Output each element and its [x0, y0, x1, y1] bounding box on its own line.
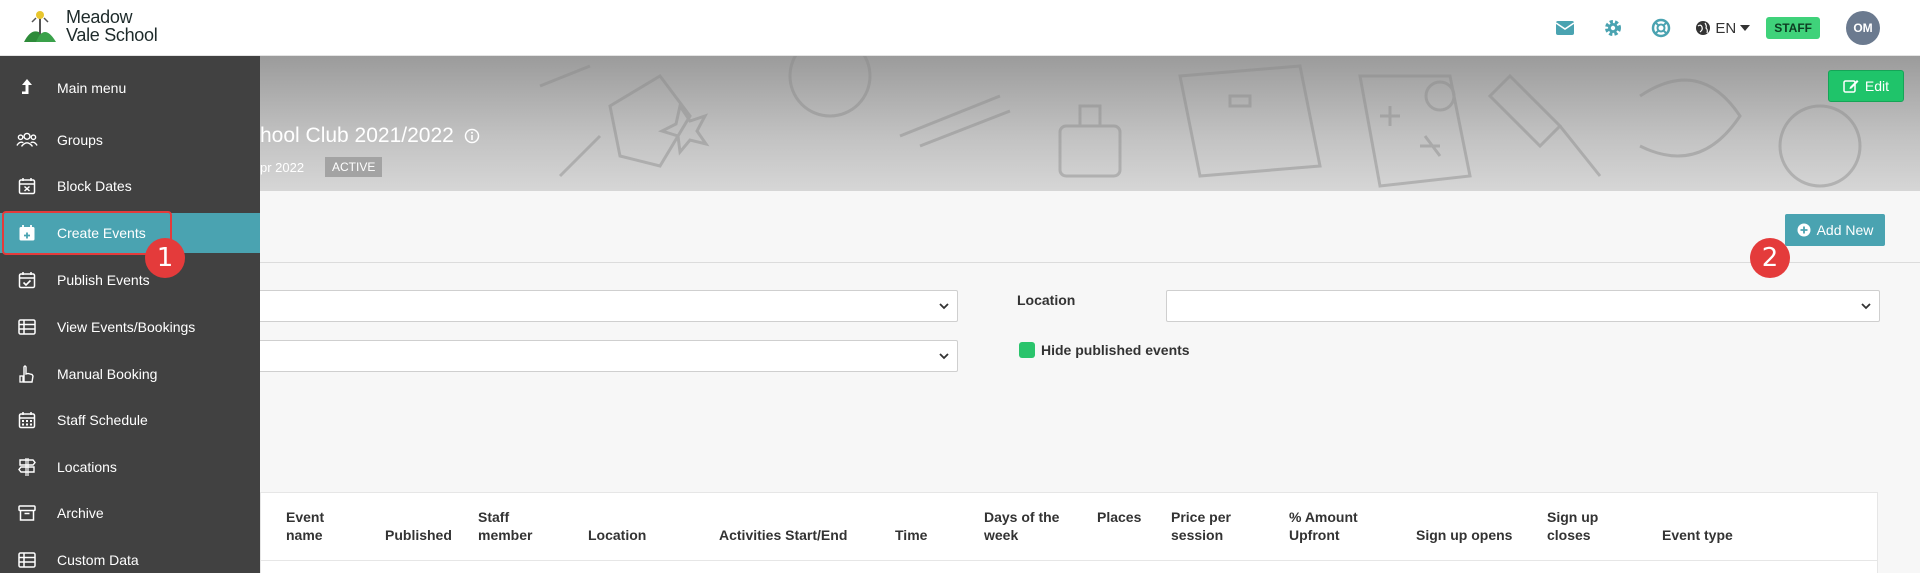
add-new-button[interactable]: Add New [1785, 214, 1885, 246]
edit-button[interactable]: Edit [1827, 70, 1904, 102]
sidebar-item-main-menu[interactable]: Main menu [0, 68, 260, 108]
archive-box-icon [16, 502, 38, 524]
filter-select-1[interactable] [240, 290, 958, 322]
column-header-event-name[interactable]: Event name [286, 508, 324, 544]
column-header-amount-upfront[interactable]: % Amount Upfront [1289, 508, 1358, 544]
hide-published-label: Hide published events [1041, 342, 1190, 358]
school-name: Meadow Vale School [66, 7, 158, 45]
add-new-label: Add New [1816, 222, 1874, 238]
club-banner: hool Club 2021/2022 pr 2022 ACTIVE Edit [0, 56, 1920, 191]
column-header-places[interactable]: Places [1097, 508, 1141, 526]
sidebar-item-block-dates[interactable]: Block Dates [0, 166, 260, 206]
column-header-staff-member[interactable]: Staff member [478, 508, 532, 544]
chevron-down-icon [1861, 303, 1871, 310]
sidebar-item-publish-events[interactable]: Publish Events [0, 260, 260, 300]
calendar-x-icon [16, 175, 38, 197]
sidebar-item-archive[interactable]: Archive [0, 493, 260, 533]
gear-icon[interactable] [1601, 16, 1625, 40]
language-label: EN [1715, 19, 1737, 37]
calendar-check-icon [16, 269, 38, 291]
status-badge: ACTIVE [325, 157, 383, 177]
school-logo-icon [24, 11, 56, 42]
sidebar-item-custom-data[interactable]: Custom Data [0, 540, 260, 573]
column-header-sign-up-opens[interactable]: Sign up opens [1416, 526, 1512, 544]
sidebar-item-manual-booking[interactable]: Manual Booking [0, 354, 260, 394]
hand-pointer-icon [16, 363, 38, 385]
table-icon [16, 316, 38, 338]
help-lifebuoy-icon[interactable] [1649, 16, 1673, 40]
step-marker-2: 2 [1750, 238, 1790, 278]
edit-icon [1843, 80, 1859, 93]
hide-published-toggle[interactable]: Hide published events [1019, 342, 1190, 358]
column-header-time[interactable]: Time [895, 526, 927, 544]
location-label: Location [1017, 292, 1076, 308]
users-icon [16, 129, 38, 151]
column-header-activities-start-end[interactable]: Activities Start/End [719, 526, 847, 544]
sidebar-item-view-events-bookings[interactable]: View Events/Bookings [0, 307, 260, 347]
content-divider [0, 262, 1920, 263]
sidebar-item-staff-schedule[interactable]: Staff Schedule [0, 400, 260, 440]
caret-down-icon [1740, 25, 1751, 31]
column-header-event-type[interactable]: Event type [1662, 526, 1733, 544]
table-header-divider [260, 560, 1878, 561]
step-marker-1: 1 [145, 238, 185, 278]
column-header-price-per-session[interactable]: Price per session [1171, 508, 1231, 544]
language-selector[interactable]: EN [1695, 19, 1751, 37]
signpost-icon [16, 456, 38, 478]
sidebar-item-locations[interactable]: Locations [0, 447, 260, 487]
top-header: Meadow Vale School EN STAFF OM [0, 0, 1920, 56]
table-icon [16, 549, 38, 571]
column-header-sign-up-closes[interactable]: Sign up closes [1547, 508, 1598, 544]
filter-select-2[interactable] [240, 340, 958, 372]
sidebar-item-groups[interactable]: Groups [0, 120, 260, 160]
info-icon[interactable] [464, 128, 480, 144]
plus-circle-icon [1797, 223, 1811, 237]
role-badge: STAFF [1766, 17, 1820, 39]
globe-icon [1696, 21, 1711, 35]
chevron-down-icon [939, 353, 949, 360]
school-logo[interactable]: Meadow Vale School [22, 7, 158, 45]
sidebar: Main menu Groups Block Dates Create Even… [0, 56, 260, 573]
mail-icon[interactable] [1553, 16, 1577, 40]
hide-published-checkbox[interactable] [1019, 342, 1035, 358]
column-header-published[interactable]: Published [385, 526, 452, 544]
column-header-location[interactable]: Location [588, 526, 646, 544]
avatar[interactable]: OM [1846, 11, 1880, 45]
column-header-days-of-week[interactable]: Days of the week [984, 508, 1059, 544]
calendar-grid-icon [16, 409, 38, 431]
edit-button-label: Edit [1864, 78, 1889, 94]
club-title-text: hool Club 2021/2022 [260, 124, 454, 147]
chevron-down-icon [939, 303, 949, 310]
club-date-range: pr 2022 [260, 160, 305, 175]
club-title: hool Club 2021/2022 [260, 124, 480, 148]
location-select[interactable] [1166, 290, 1880, 322]
arrow-up-icon [16, 77, 38, 99]
